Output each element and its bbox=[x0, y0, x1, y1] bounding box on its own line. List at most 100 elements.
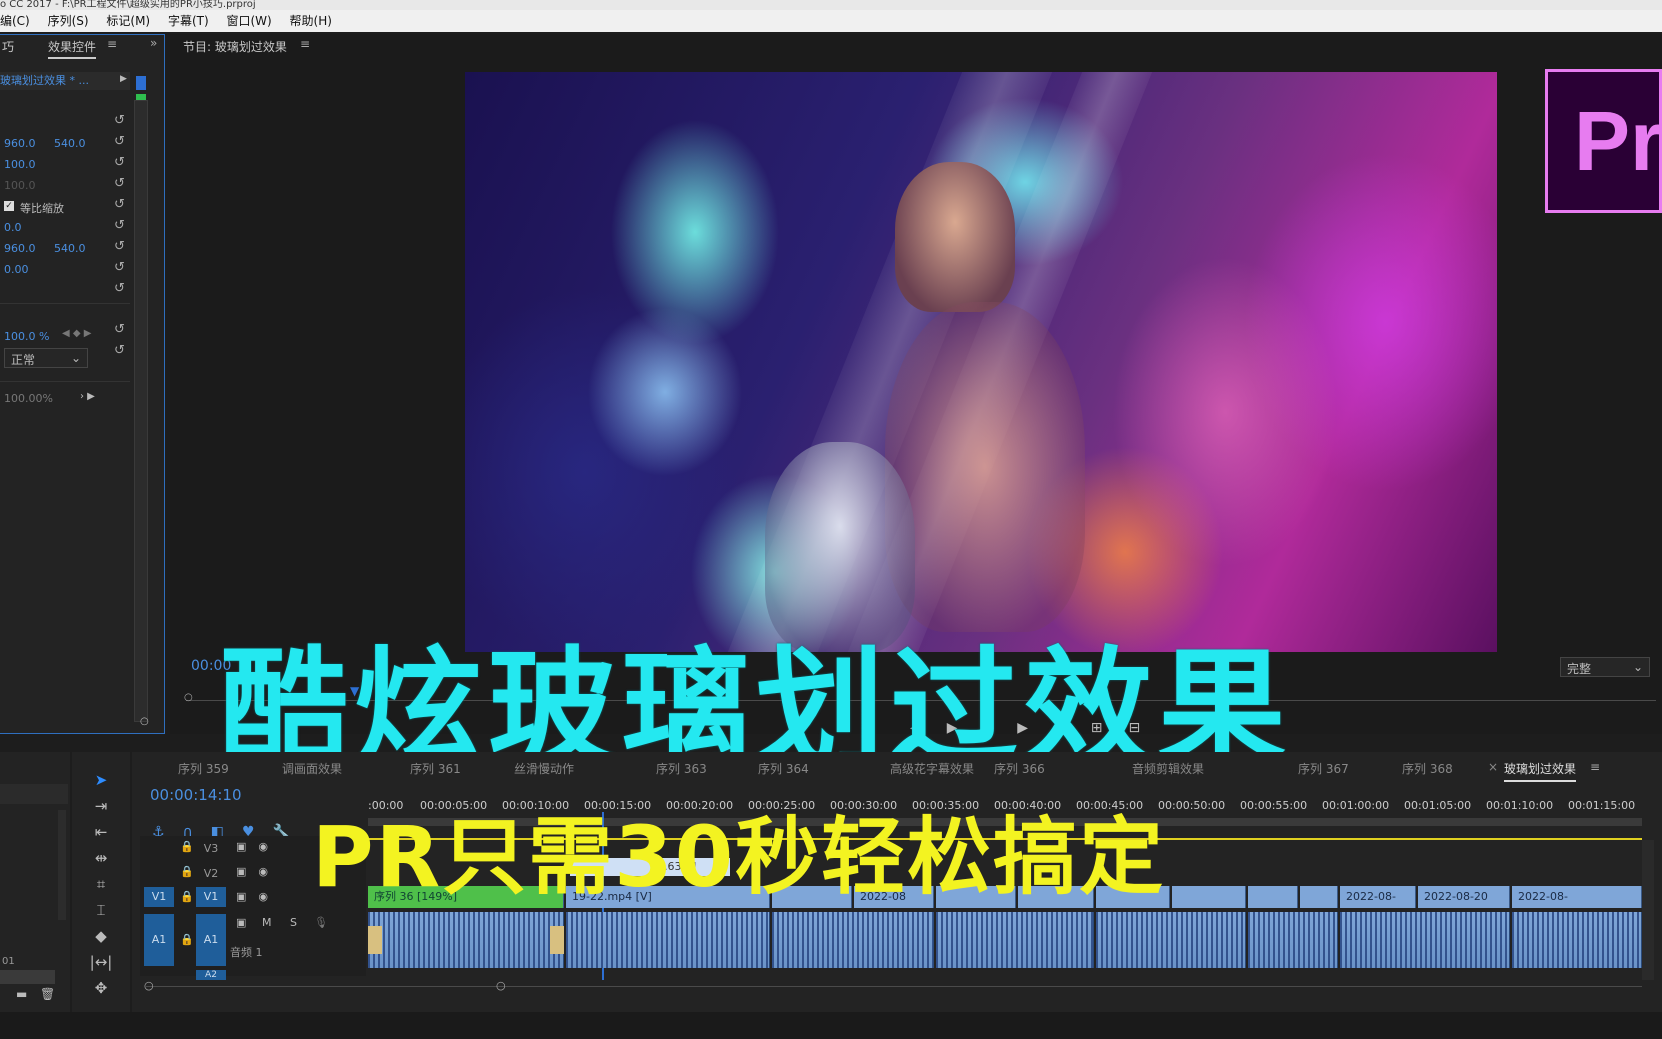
slip-icon[interactable]: ◆ bbox=[86, 926, 116, 946]
transition-marker[interactable] bbox=[368, 926, 382, 954]
menu-window[interactable]: 窗口(W) bbox=[226, 10, 271, 32]
zoom-handle-icon[interactable]: ○ bbox=[496, 979, 506, 992]
tab-sequence[interactable]: 序列 364 bbox=[758, 760, 809, 777]
reset-icon[interactable]: ↺ bbox=[114, 260, 125, 275]
uniform-scale-checkbox[interactable]: ✓ bbox=[4, 201, 14, 211]
playhead-marker[interactable] bbox=[136, 76, 146, 90]
track-select-icon[interactable]: ⇥ bbox=[86, 796, 116, 816]
tab-sequence[interactable]: 丝滑慢动作 bbox=[514, 760, 574, 777]
mute-button[interactable]: M bbox=[262, 916, 272, 929]
menu-title[interactable]: 字幕(T) bbox=[168, 10, 209, 32]
video-clip[interactable]: 2022-08- bbox=[1512, 886, 1642, 908]
effect-controls-scrollbar[interactable] bbox=[134, 100, 148, 722]
new-bin-icon[interactable]: ▬ bbox=[16, 987, 27, 1001]
hand-icon[interactable]: ✥ bbox=[86, 978, 116, 998]
tab-sequence[interactable]: 序列 367 bbox=[1298, 760, 1349, 777]
anchor-x[interactable]: 960.0 bbox=[4, 242, 36, 255]
audio-clip[interactable] bbox=[566, 912, 770, 968]
tab-sequence[interactable]: 高级花字幕效果 bbox=[890, 760, 974, 777]
tab-sequence[interactable]: 序列 368 bbox=[1402, 760, 1453, 777]
reset-icon[interactable]: ↺ bbox=[114, 343, 125, 358]
track-icons[interactable]: ▣◉ bbox=[236, 865, 280, 878]
tab-active-sequence[interactable]: 玻璃划过效果 bbox=[1504, 760, 1577, 782]
program-monitor-title[interactable]: 节目: 玻璃划过效果 bbox=[183, 38, 287, 55]
track-a1[interactable]: A1 bbox=[196, 914, 226, 966]
audio-clip[interactable] bbox=[936, 912, 1094, 968]
trash-icon[interactable]: 🗑 bbox=[40, 987, 55, 1001]
reset-icon[interactable]: ↺ bbox=[114, 155, 125, 170]
play-triangle-icon[interactable]: ▶ bbox=[120, 74, 127, 84]
zoom-handle-icon[interactable]: ○ bbox=[144, 979, 154, 992]
expand-icon[interactable]: » bbox=[150, 36, 157, 50]
track-v1[interactable]: V1 bbox=[196, 887, 226, 907]
menu-marker[interactable]: 标记(M) bbox=[106, 10, 150, 32]
solo-button[interactable]: S bbox=[290, 916, 297, 929]
razor-icon[interactable]: ⌶ bbox=[86, 900, 116, 920]
audio-clip[interactable] bbox=[1248, 912, 1338, 968]
menu-sequence[interactable]: 序列(S) bbox=[48, 10, 89, 32]
project-search[interactable] bbox=[0, 784, 68, 804]
tab-sequence[interactable]: 序列 366 bbox=[994, 760, 1045, 777]
panel-menu-icon[interactable]: ≡ bbox=[300, 37, 310, 51]
reset-icon[interactable]: ↺ bbox=[114, 197, 125, 212]
reset-icon[interactable]: ↺ bbox=[114, 113, 125, 128]
timeline-zoom-bar[interactable] bbox=[146, 986, 1642, 987]
pen-icon[interactable]: |↔| bbox=[86, 952, 116, 972]
lock-icon[interactable]: 🔒 bbox=[180, 865, 194, 878]
clip-selector[interactable]: 玻璃划过效果 * ... bbox=[0, 72, 130, 90]
track-v2[interactable]: V2 bbox=[196, 864, 226, 884]
video-clip[interactable]: 2022-08-20 bbox=[1418, 886, 1510, 908]
keyframe-nav-icon[interactable]: ◀ ◆ ▶ bbox=[62, 328, 91, 339]
tab-sequence[interactable]: 序列 359 bbox=[178, 760, 229, 777]
track-icons[interactable]: ▣◉ bbox=[236, 890, 280, 903]
track-a2[interactable]: A2 bbox=[196, 970, 226, 980]
source-a1[interactable]: A1 bbox=[144, 914, 174, 966]
reset-icon[interactable]: ↺ bbox=[114, 281, 125, 296]
sync-icon[interactable]: ▣ bbox=[236, 916, 246, 929]
track-v3[interactable]: V3 bbox=[196, 839, 226, 859]
speed-value[interactable]: 100.00% bbox=[4, 392, 53, 405]
quality-select[interactable]: 完整 ⌄ bbox=[1560, 657, 1650, 677]
lock-icon[interactable]: 🔒 bbox=[180, 933, 194, 946]
opacity-value[interactable]: 100.0 % bbox=[4, 330, 49, 343]
panel-menu-icon[interactable]: ≡ bbox=[1590, 760, 1600, 774]
audio-clip[interactable] bbox=[1340, 912, 1510, 968]
audio-clip[interactable] bbox=[368, 912, 564, 968]
tab-sequence[interactable]: 调画面效果 bbox=[282, 760, 342, 777]
scrubber-start-icon[interactable]: ○ bbox=[184, 692, 193, 703]
video-preview[interactable] bbox=[465, 72, 1497, 652]
project-scrollbar[interactable] bbox=[58, 810, 66, 920]
panel-menu-icon[interactable]: ≡ bbox=[107, 37, 117, 51]
reset-icon[interactable]: ↺ bbox=[114, 322, 125, 337]
scale-value[interactable]: 100.0 bbox=[4, 158, 36, 171]
mic-icon[interactable]: 🎙 bbox=[314, 916, 328, 929]
flicker-value[interactable]: 0.00 bbox=[4, 263, 29, 276]
play-triangle-icon[interactable]: › ▶ bbox=[80, 391, 95, 402]
reset-icon[interactable]: ↺ bbox=[114, 218, 125, 233]
tab-effect-controls[interactable]: 效果控件 bbox=[48, 38, 97, 59]
reset-icon[interactable]: ↺ bbox=[114, 239, 125, 254]
timeline-timecode[interactable]: 00:00:14:10 bbox=[150, 786, 242, 804]
rotation-value[interactable]: 0.0 bbox=[4, 221, 22, 234]
selection-tool-icon[interactable]: ➤ bbox=[86, 770, 116, 790]
position-x[interactable]: 960.0 bbox=[4, 137, 36, 150]
lock-icon[interactable]: 🔒 bbox=[180, 840, 194, 853]
menu-help[interactable]: 帮助(H) bbox=[290, 10, 332, 32]
tab-sequence[interactable]: 音频剪辑效果 bbox=[1132, 760, 1204, 777]
rolling-edit-icon[interactable]: ⇹ bbox=[86, 848, 116, 868]
position-y[interactable]: 540.0 bbox=[54, 137, 86, 150]
menu-edit[interactable]: 编(C) bbox=[0, 10, 30, 32]
audio-clip[interactable] bbox=[1512, 912, 1642, 968]
lock-icon[interactable]: 🔒 bbox=[180, 890, 194, 903]
anchor-y[interactable]: 540.0 bbox=[54, 242, 86, 255]
rate-stretch-icon[interactable]: ⌗ bbox=[86, 874, 116, 894]
blend-mode-select[interactable]: 正常 ⌄ bbox=[4, 348, 88, 368]
close-icon[interactable]: × bbox=[1488, 760, 1498, 774]
reset-icon[interactable]: ↺ bbox=[114, 134, 125, 149]
tab-sequence[interactable]: 序列 363 bbox=[656, 760, 707, 777]
tab-previous[interactable]: 巧 bbox=[2, 38, 14, 55]
audio-clip[interactable] bbox=[772, 912, 934, 968]
source-v1[interactable]: V1 bbox=[144, 887, 174, 907]
timeline-vertical-scrollbar[interactable] bbox=[1642, 840, 1654, 980]
ripple-edit-icon[interactable]: ⇤ bbox=[86, 822, 116, 842]
